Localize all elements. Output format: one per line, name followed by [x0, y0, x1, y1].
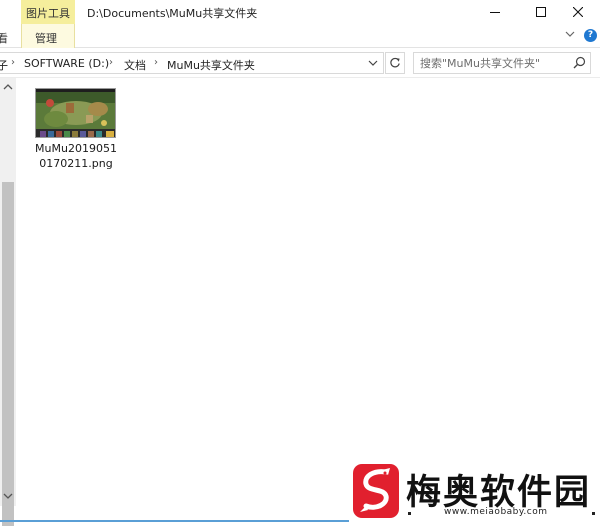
- minimize-button[interactable]: [472, 0, 518, 24]
- address-row: 子 › SOFTWARE (D:) › 文档 › MuMu共享文件夹: [0, 48, 600, 78]
- file-name: MuMu2019051 0170211.png: [30, 141, 122, 171]
- search-input[interactable]: [420, 56, 570, 71]
- breadcrumb-current-folder[interactable]: MuMu共享文件夹: [167, 57, 255, 73]
- address-bar[interactable]: 子 › SOFTWARE (D:) › 文档 › MuMu共享文件夹: [0, 52, 384, 74]
- picture-tools-label: 图片工具: [26, 7, 70, 20]
- chevron-down-icon[interactable]: [3, 492, 13, 500]
- chevron-up-icon[interactable]: [3, 83, 13, 91]
- file-item[interactable]: MuMu2019051 0170211.png: [30, 86, 122, 176]
- maximize-icon: [536, 7, 546, 17]
- file-name-line: MuMu2019051: [35, 142, 117, 155]
- chevron-down-icon[interactable]: [367, 56, 379, 70]
- breadcrumb-separator[interactable]: ›: [11, 57, 15, 68]
- breadcrumb-leading: 子: [0, 59, 8, 72]
- picture-tools-tab-header[interactable]: 图片工具: [21, 0, 75, 24]
- title-bar: 图片工具 D:\Documents\MuMu共享文件夹: [0, 0, 600, 24]
- scrollbar-thumb[interactable]: [2, 182, 14, 526]
- minimize-icon: [490, 12, 500, 13]
- tab-manage-label: 管理: [35, 32, 57, 45]
- image-thumbnail: [35, 88, 116, 138]
- breadcrumb-separator[interactable]: ›: [154, 57, 158, 68]
- help-icon[interactable]: ?: [584, 29, 597, 42]
- close-button[interactable]: [556, 0, 600, 24]
- dragon-logo-icon: [353, 464, 399, 518]
- chevron-down-icon[interactable]: [565, 30, 575, 38]
- search-icon[interactable]: [573, 56, 586, 69]
- game-screenshot-thumbnail: [36, 89, 115, 137]
- file-name-line: 0170211.png: [39, 157, 113, 170]
- tab-view[interactable]: 看: [0, 30, 8, 46]
- breadcrumb-documents[interactable]: 文档: [124, 57, 146, 73]
- watermark-logo: 梅奥软件园 www.meiaobaby.com: [352, 462, 600, 522]
- breadcrumb-separator[interactable]: ›: [109, 57, 113, 68]
- breadcrumb-drive[interactable]: SOFTWARE (D:): [24, 57, 109, 70]
- watermark-dot: [408, 512, 411, 515]
- vertical-scrollbar[interactable]: [0, 78, 16, 526]
- close-icon: [573, 7, 583, 17]
- watermark-url: www.meiaobaby.com: [444, 507, 548, 517]
- refresh-icon: [390, 57, 400, 68]
- search-box[interactable]: [413, 52, 591, 74]
- tab-manage[interactable]: 管理: [21, 24, 75, 48]
- window-title: D:\Documents\MuMu共享文件夹: [87, 7, 258, 20]
- progress-line: [0, 520, 349, 522]
- refresh-button[interactable]: [385, 52, 405, 74]
- ribbon-tab-strip: 看 管理: [0, 24, 600, 48]
- watermark-dot: [592, 512, 595, 515]
